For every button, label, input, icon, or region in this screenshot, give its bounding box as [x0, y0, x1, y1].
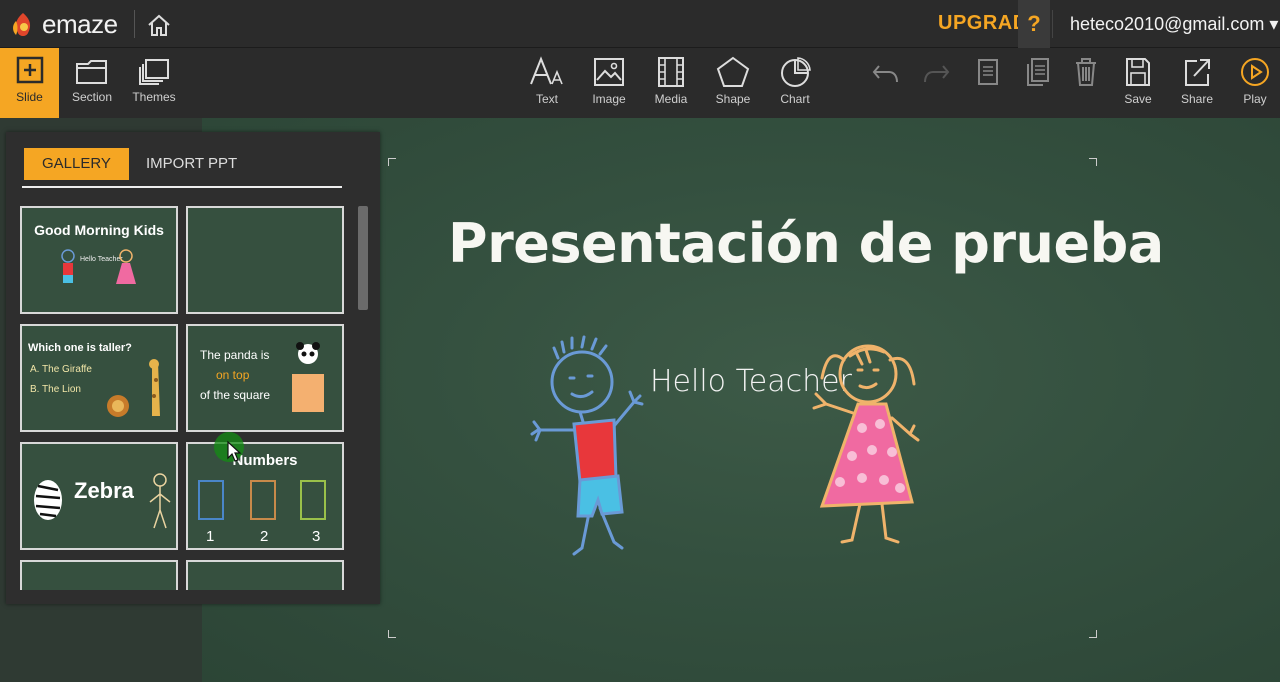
number-card	[198, 480, 224, 520]
share-label: Share	[1180, 92, 1214, 106]
duplicate-icon	[1027, 58, 1049, 86]
redo-button[interactable]	[918, 48, 954, 118]
copy-button[interactable]	[970, 48, 1006, 118]
document-icon	[978, 59, 998, 85]
gallery-scrollbar[interactable]	[358, 206, 368, 310]
template-thumbnail[interactable]: The panda is on top of the square	[186, 324, 344, 432]
mouse-pointer-icon	[227, 440, 242, 462]
user-account-menu[interactable]: heteco2010@gmail.com ▾	[1070, 14, 1278, 35]
top-bar: emaze UPGRADE ? heteco2010@gmail.com ▾	[0, 0, 1280, 48]
template-thumbnail[interactable]: Numbers 1 2 3	[186, 442, 344, 550]
selection-corner	[388, 158, 396, 166]
divider	[1052, 10, 1053, 38]
text-icon	[530, 56, 563, 85]
number-card	[300, 480, 326, 520]
zebra-thumbnail-image	[34, 473, 171, 529]
divider	[134, 10, 135, 38]
kids-thumbnail-image	[61, 249, 136, 284]
thumbnail-title: Numbers	[232, 452, 298, 469]
save-icon	[1126, 58, 1150, 86]
image-icon	[594, 58, 624, 86]
redo-icon	[924, 65, 950, 83]
thumbnail-option-b: B. The Lion	[30, 384, 81, 395]
share-icon	[1185, 59, 1210, 86]
folder-icon	[76, 60, 107, 84]
play-icon	[1241, 58, 1269, 86]
template-thumbnail[interactable]	[186, 560, 344, 590]
duplicate-button[interactable]	[1020, 48, 1056, 118]
thumbnail-title: Good Morning Kids	[34, 222, 164, 238]
tab-underline	[22, 186, 342, 188]
emaze-logo-icon	[13, 12, 31, 36]
trash-icon	[1076, 58, 1096, 86]
plus-icon	[16, 56, 43, 84]
add-slide-label: Slide	[16, 90, 43, 104]
template-thumbnail[interactable]	[20, 560, 178, 590]
thumbnail-line: of the square	[200, 388, 271, 402]
thumbnail-line: The panda is	[200, 348, 270, 362]
insert-shape-button[interactable]: Shape	[710, 48, 756, 118]
number-label: 1	[206, 528, 215, 545]
insert-text-button[interactable]: Text	[524, 48, 570, 118]
help-button[interactable]: ?	[1018, 0, 1050, 48]
chart-label: Chart	[780, 92, 810, 106]
section-button[interactable]: Section	[66, 48, 118, 118]
template-thumbnail[interactable]: Zebra	[20, 442, 178, 550]
themes-button[interactable]: Themes	[128, 48, 180, 118]
shape-label: Shape	[715, 92, 751, 106]
thumbnail-option-a: A. The Giraffe	[30, 364, 92, 375]
delete-button[interactable]	[1068, 48, 1104, 118]
selection-corner	[1089, 158, 1097, 166]
logo-text: emaze	[42, 9, 118, 39]
share-button[interactable]: Share	[1176, 48, 1218, 118]
template-thumbnail[interactable]: Good Morning Kids Hello Teacher	[20, 206, 178, 314]
tab-gallery[interactable]: GALLERY	[24, 148, 129, 180]
thumbnail-line-highlight: on top	[216, 368, 250, 382]
image-label: Image	[592, 92, 626, 106]
undo-button[interactable]	[868, 48, 904, 118]
home-icon	[148, 14, 170, 36]
insert-media-button[interactable]: Media	[648, 48, 694, 118]
play-button[interactable]: Play	[1236, 48, 1274, 118]
add-slide-button[interactable]: Slide	[0, 48, 59, 118]
selection-corner	[388, 630, 396, 638]
film-icon	[658, 57, 684, 87]
template-thumbnail-blank[interactable]	[186, 206, 344, 314]
selection-corner	[1089, 630, 1097, 638]
number-label: 2	[260, 528, 269, 545]
template-thumbnail[interactable]: Which one is taller? A. The Giraffe B. T…	[20, 324, 178, 432]
pie-chart-icon	[781, 57, 811, 87]
media-label: Media	[654, 92, 688, 106]
slide-title[interactable]: Presentación de prueba	[448, 212, 1164, 275]
template-thumbnail-list: Good Morning Kids Hello Teacher Which on…	[20, 206, 350, 590]
number-card	[250, 480, 276, 520]
layers-icon	[139, 59, 169, 85]
insert-image-button[interactable]: Image	[586, 48, 632, 118]
boy-drawing[interactable]	[530, 330, 650, 560]
home-button[interactable]	[146, 13, 172, 42]
editor-toolbar: Slide Section Themes Text Image Media Sh…	[0, 48, 1280, 118]
section-label: Section	[71, 90, 113, 104]
text-label: Text	[535, 92, 558, 106]
save-button[interactable]: Save	[1118, 48, 1158, 118]
giraffe-lion-image	[107, 359, 160, 417]
girl-drawing[interactable]	[800, 330, 930, 550]
emaze-logo[interactable]: emaze	[10, 9, 118, 40]
undo-icon	[872, 65, 898, 83]
thumbnail-title: Which one is taller?	[28, 342, 132, 354]
panda-square-image	[292, 342, 324, 412]
pentagon-icon	[716, 56, 750, 87]
number-label: 3	[312, 528, 321, 545]
slide-gallery-panel: GALLERY IMPORT PPT Good Morning Kids Hel…	[6, 132, 380, 604]
tab-import-ppt[interactable]: IMPORT PPT	[128, 148, 255, 180]
insert-chart-button[interactable]: Chart	[772, 48, 818, 118]
play-label: Play	[1243, 92, 1267, 106]
themes-label: Themes	[132, 90, 176, 104]
save-label: Save	[1124, 92, 1152, 106]
